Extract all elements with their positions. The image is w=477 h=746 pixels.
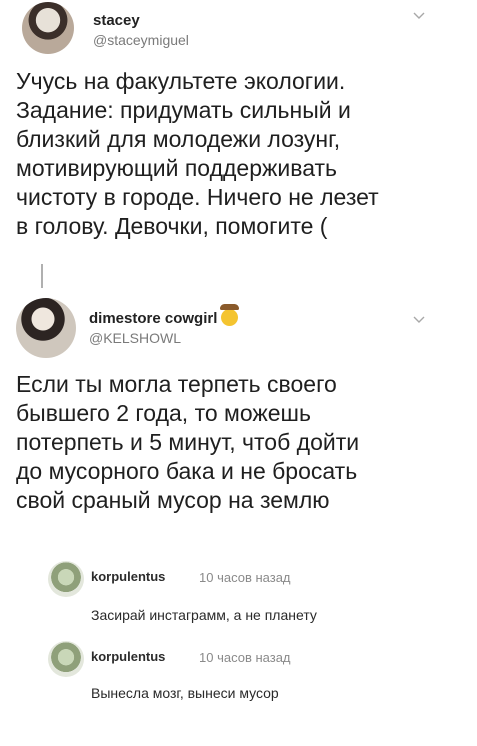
author-name[interactable]: stacey [93,12,140,29]
comment: korpulentus 10 часов назад Засирай инста… [0,555,477,635]
comment-author[interactable]: korpulentus [91,569,165,584]
comment-text: Вынесла мозг, вынеси мусор [91,685,279,701]
chevron-down-icon[interactable] [411,8,427,24]
avatar[interactable] [48,641,84,677]
comment-time: 10 часов назад [199,570,291,585]
tweet-2: dimestore cowgirl @KELSHOWL Если ты могл… [0,290,477,540]
comment-time: 10 часов назад [199,650,291,665]
cowboy-face-icon [220,304,240,326]
author-handle[interactable]: @KELSHOWL [89,330,181,346]
thread-line [41,264,43,288]
tweet-text: Если ты могла терпеть своего бывшего 2 г… [16,371,360,513]
avatar[interactable] [16,298,76,358]
author-handle[interactable]: @staceymiguel [93,32,189,48]
chevron-down-icon[interactable] [411,312,427,328]
comment-author[interactable]: korpulentus [91,649,165,664]
comment: korpulentus 10 часов назад Вынесла мозг,… [0,635,477,715]
avatar[interactable] [22,2,74,54]
tweet-text: Учусь на факультете экологии. Задание: п… [16,68,379,239]
comment-text: Засирай инстаграмм, а не планету [91,607,317,623]
author-name-text[interactable]: dimestore cowgirl [89,310,217,327]
avatar[interactable] [48,561,84,597]
author-name[interactable]: dimestore cowgirl [89,304,240,327]
tweet-1: stacey @staceymiguel Учусь на факультете… [0,0,477,290]
